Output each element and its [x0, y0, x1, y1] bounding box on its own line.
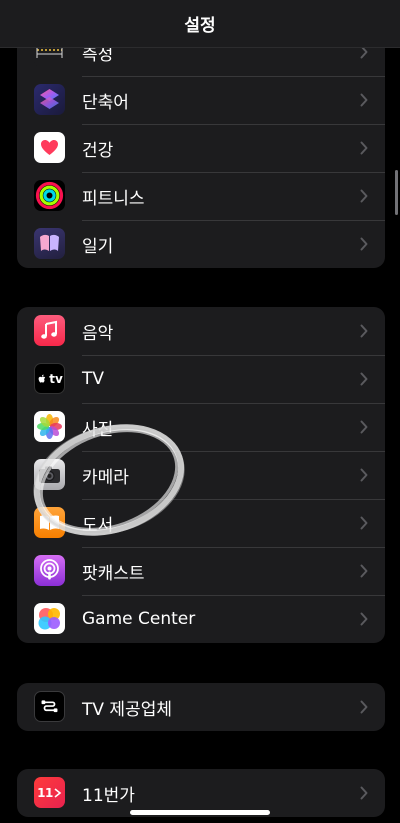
- settings-row-shortcuts[interactable]: 단축어: [17, 76, 385, 124]
- chevron-right-icon: [360, 700, 368, 714]
- navigation-bar: 설정: [0, 0, 400, 48]
- fitness-icon: [34, 180, 65, 211]
- apple-tv-icon: tv: [34, 363, 65, 394]
- settings-row-label: 카메라: [82, 467, 129, 488]
- music-icon: [34, 315, 65, 346]
- settings-row-label: 음악: [82, 323, 114, 344]
- chevron-right-icon: [360, 237, 368, 251]
- settings-row-fitness[interactable]: 피트니스: [17, 172, 385, 220]
- chevron-right-icon: [360, 93, 368, 107]
- settings-row-label: 도서: [82, 515, 114, 536]
- books-icon: [34, 507, 65, 538]
- settings-row-label: TV: [82, 369, 105, 389]
- chevron-right-icon: [360, 564, 368, 578]
- settings-row-podcasts[interactable]: 팟캐스트: [17, 547, 385, 595]
- journal-icon: [34, 228, 65, 259]
- 11st-app-icon: 11: [34, 777, 65, 808]
- camera-icon: [34, 459, 65, 490]
- settings-row-health[interactable]: 건강: [17, 124, 385, 172]
- health-icon: [34, 132, 65, 163]
- podcasts-icon: [34, 555, 65, 586]
- settings-row-camera[interactable]: 카메라: [17, 451, 385, 499]
- chevron-right-icon: [360, 141, 368, 155]
- page-title: 설정: [184, 15, 216, 36]
- settings-row-tv[interactable]: tv TV: [17, 355, 385, 403]
- tv-provider-icon: [34, 691, 65, 722]
- settings-row-label: 11번가: [82, 785, 135, 806]
- settings-group-media: 음악 tv TV 사진 카메라 도서 팟캐스트 Game Center: [17, 307, 385, 643]
- settings-group-apps-1: 측정 단축어 건강 피트니스 일기: [17, 28, 385, 268]
- apple-tv-icon-text: tv: [49, 371, 63, 386]
- settings-group-tv-provider: TV 제공업체: [17, 683, 385, 731]
- settings-row-label: 팟캐스트: [82, 563, 145, 584]
- 11st-app-icon-text: 11: [37, 785, 53, 800]
- scroll-indicator[interactable]: [395, 170, 398, 215]
- settings-row-books[interactable]: 도서: [17, 499, 385, 547]
- settings-row-music[interactable]: 음악: [17, 307, 385, 355]
- game-center-icon: [34, 603, 65, 634]
- photos-icon: [34, 411, 65, 442]
- settings-row-photos[interactable]: 사진: [17, 403, 385, 451]
- settings-row-label: 단축어: [82, 92, 129, 113]
- shortcuts-icon: [34, 84, 65, 115]
- settings-row-label: TV 제공업체: [82, 699, 172, 720]
- settings-row-label: 사진: [82, 419, 114, 440]
- home-indicator[interactable]: [130, 810, 270, 815]
- chevron-right-icon: [360, 468, 368, 482]
- chevron-right-icon: [360, 516, 368, 530]
- chevron-right-icon: [360, 324, 368, 338]
- chevron-right-icon: [360, 786, 368, 800]
- settings-row-game-center[interactable]: Game Center: [17, 595, 385, 643]
- chevron-right-icon: [360, 612, 368, 626]
- chevron-right-icon: [360, 420, 368, 434]
- chevron-right-icon: [360, 372, 368, 386]
- settings-row-label: Game Center: [82, 609, 196, 629]
- chevron-right-icon: [360, 189, 368, 203]
- settings-row-journal[interactable]: 일기: [17, 220, 385, 268]
- settings-row-tv-provider[interactable]: TV 제공업체: [17, 683, 385, 731]
- settings-row-label: 건강: [82, 140, 114, 161]
- settings-row-label: 피트니스: [82, 188, 145, 209]
- settings-row-label: 일기: [82, 236, 114, 257]
